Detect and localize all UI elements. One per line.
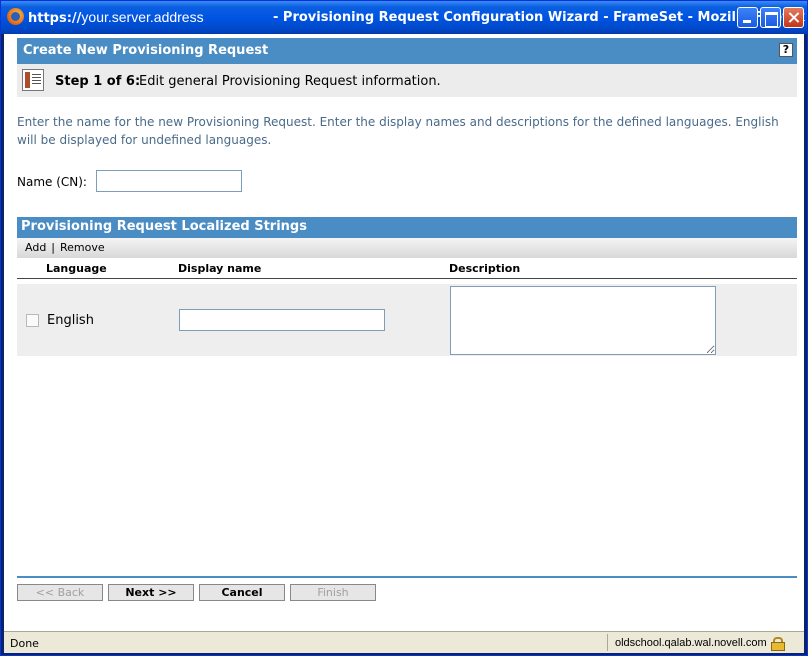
column-description: Description — [449, 262, 521, 275]
name-input[interactable] — [96, 170, 242, 192]
status-divider — [607, 634, 608, 651]
localized-strings-header: Provisioning Request Localized Strings — [17, 217, 797, 238]
remove-link[interactable]: Remove — [60, 241, 105, 254]
page-title: Create New Provisioning Request — [23, 43, 269, 58]
title-bar: https://your.server.address - Provisioni… — [1, 1, 807, 34]
next-button[interactable]: Next >> — [108, 584, 194, 601]
status-host: oldschool.qalab.wal.novell.com — [615, 637, 767, 649]
step-icon — [22, 69, 44, 91]
footer-divider — [17, 576, 797, 578]
row-checkbox[interactable] — [26, 314, 39, 327]
step-label: Step 1 of 6: — [55, 74, 141, 89]
add-link[interactable]: Add — [25, 241, 46, 254]
page-content: Create New Provisioning Request ? Step 1… — [4, 34, 804, 631]
maximize-icon[interactable] — [760, 7, 781, 28]
name-label: Name (CN): — [17, 175, 87, 189]
window-url: https://your.server.address — [28, 9, 204, 26]
status-bar: Done oldschool.qalab.wal.novell.com — [4, 631, 804, 653]
column-language: Language — [46, 262, 107, 275]
cancel-button[interactable]: Cancel — [199, 584, 285, 601]
window-title: - Provisioning Request Configuration Wiz… — [273, 10, 806, 25]
firefox-icon — [7, 8, 24, 25]
display-name-input[interactable] — [179, 309, 385, 331]
column-display-name: Display name — [178, 262, 262, 275]
minimize-icon[interactable] — [737, 7, 758, 28]
url-prefix: https:// — [28, 11, 82, 26]
step-banner: Step 1 of 6: Edit general Provisioning R… — [17, 64, 797, 97]
description-textarea[interactable] — [450, 286, 716, 355]
browser-window: https://your.server.address - Provisioni… — [0, 0, 808, 656]
page-header: Create New Provisioning Request ? — [17, 38, 797, 64]
back-button[interactable]: << Back — [17, 584, 103, 601]
lock-icon[interactable] — [771, 637, 785, 651]
close-icon[interactable] — [783, 7, 804, 28]
finish-button[interactable]: Finish — [290, 584, 376, 601]
table-row: English — [17, 284, 797, 356]
table-header: Language Display name Description — [17, 258, 797, 279]
step-description: Edit general Provisioning Request inform… — [139, 74, 441, 89]
status-text: Done — [10, 637, 39, 650]
toolbar-separator: | — [51, 241, 56, 254]
help-icon[interactable]: ? — [779, 43, 793, 57]
localized-toolbar: Add | Remove — [17, 238, 797, 258]
row-language: English — [47, 313, 94, 328]
intro-text: Enter the name for the new Provisioning … — [17, 115, 779, 147]
url-host: your.server.address — [81, 9, 204, 25]
